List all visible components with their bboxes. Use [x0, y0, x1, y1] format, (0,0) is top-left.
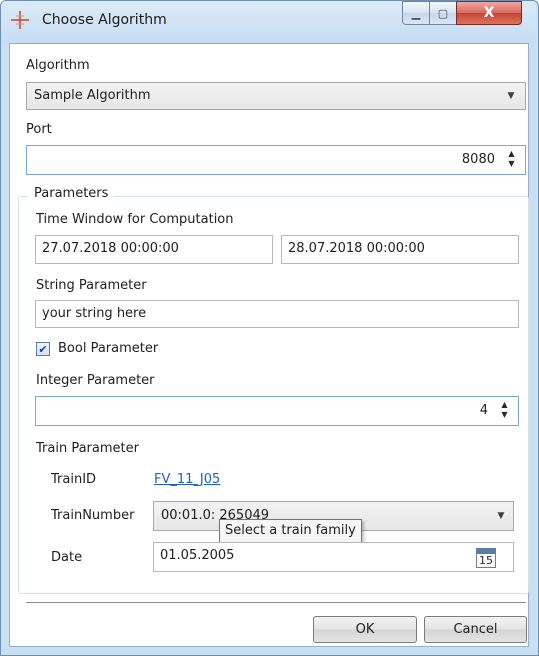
chevron-down-icon[interactable]: ▼ [492, 506, 510, 526]
date-label: Date [51, 550, 83, 565]
train-id-link[interactable]: FV_11_J05 [154, 472, 220, 487]
minimize-icon: ▁ [411, 6, 421, 20]
time-window-end-input[interactable]: 28.07.2018 00:00:00 [281, 235, 519, 264]
integer-parameter-input[interactable]: 4 ▲ ▼ [35, 396, 519, 426]
integer-parameter-label: Integer Parameter [36, 373, 155, 388]
bool-parameter-checkbox[interactable]: ✔ [36, 342, 50, 356]
ok-button[interactable]: OK [313, 616, 417, 643]
chevron-down-icon[interactable]: ▼ [502, 86, 520, 106]
footer-divider [26, 602, 526, 603]
maximize-icon: ▢ [437, 6, 449, 20]
time-window-start-input[interactable]: 27.07.2018 00:00:00 [35, 235, 273, 264]
algorithm-label: Algorithm [26, 58, 90, 73]
window-title: Choose Algorithm [42, 12, 167, 28]
date-value: 01.05.2005 [160, 548, 235, 563]
cancel-button[interactable]: Cancel [424, 616, 527, 643]
time-window-start-value: 27.07.2018 00:00:00 [42, 241, 179, 256]
port-spin-down[interactable]: ▼ [505, 159, 518, 169]
ok-button-label: OK [355, 622, 375, 637]
cancel-button-label: Cancel [453, 622, 498, 637]
calendar-icon[interactable]: 15 [476, 548, 496, 568]
port-value: 8080 [461, 152, 495, 167]
port-label: Port [26, 122, 52, 137]
string-parameter-input[interactable]: your string here [35, 300, 519, 328]
train-number-tooltip: Select a train family [219, 519, 362, 543]
algorithm-select-value: Sample Algorithm [34, 88, 151, 103]
algorithm-select[interactable]: Sample Algorithm ▼ [26, 82, 526, 110]
crosshair-icon [11, 11, 29, 29]
string-parameter-label: String Parameter [36, 278, 147, 293]
close-button[interactable]: X [456, 1, 522, 25]
port-input[interactable]: 8080 ▲ ▼ [26, 145, 526, 175]
string-parameter-value: your string here [42, 306, 147, 321]
bool-parameter-label: Bool Parameter [58, 341, 159, 356]
calendar-icon-day: 15 [479, 554, 493, 567]
spin-arrows-icon[interactable]: ▲ ▼ [504, 148, 520, 172]
integer-spin-up[interactable]: ▲ [498, 400, 511, 410]
time-window-end-value: 28.07.2018 00:00:00 [288, 241, 425, 256]
maximize-button[interactable]: ▢ [429, 1, 457, 25]
integer-spin-down[interactable]: ▼ [498, 410, 511, 420]
integer-parameter-value: 4 [479, 403, 488, 418]
minimize-button[interactable]: ▁ [402, 1, 430, 25]
checkmark-icon: ✔ [38, 342, 48, 356]
close-icon: X [483, 5, 495, 21]
parameters-group-label: Parameters [28, 186, 115, 201]
train-id-label: TrainID [51, 472, 97, 487]
train-number-label: TrainNumber [51, 508, 135, 523]
time-window-label: Time Window for Computation [36, 212, 234, 227]
date-input[interactable]: 01.05.2005 15 [153, 542, 514, 572]
train-parameter-label: Train Parameter [36, 441, 139, 456]
port-spin-up[interactable]: ▲ [505, 149, 518, 159]
spin-arrows-icon[interactable]: ▲ ▼ [497, 399, 513, 423]
